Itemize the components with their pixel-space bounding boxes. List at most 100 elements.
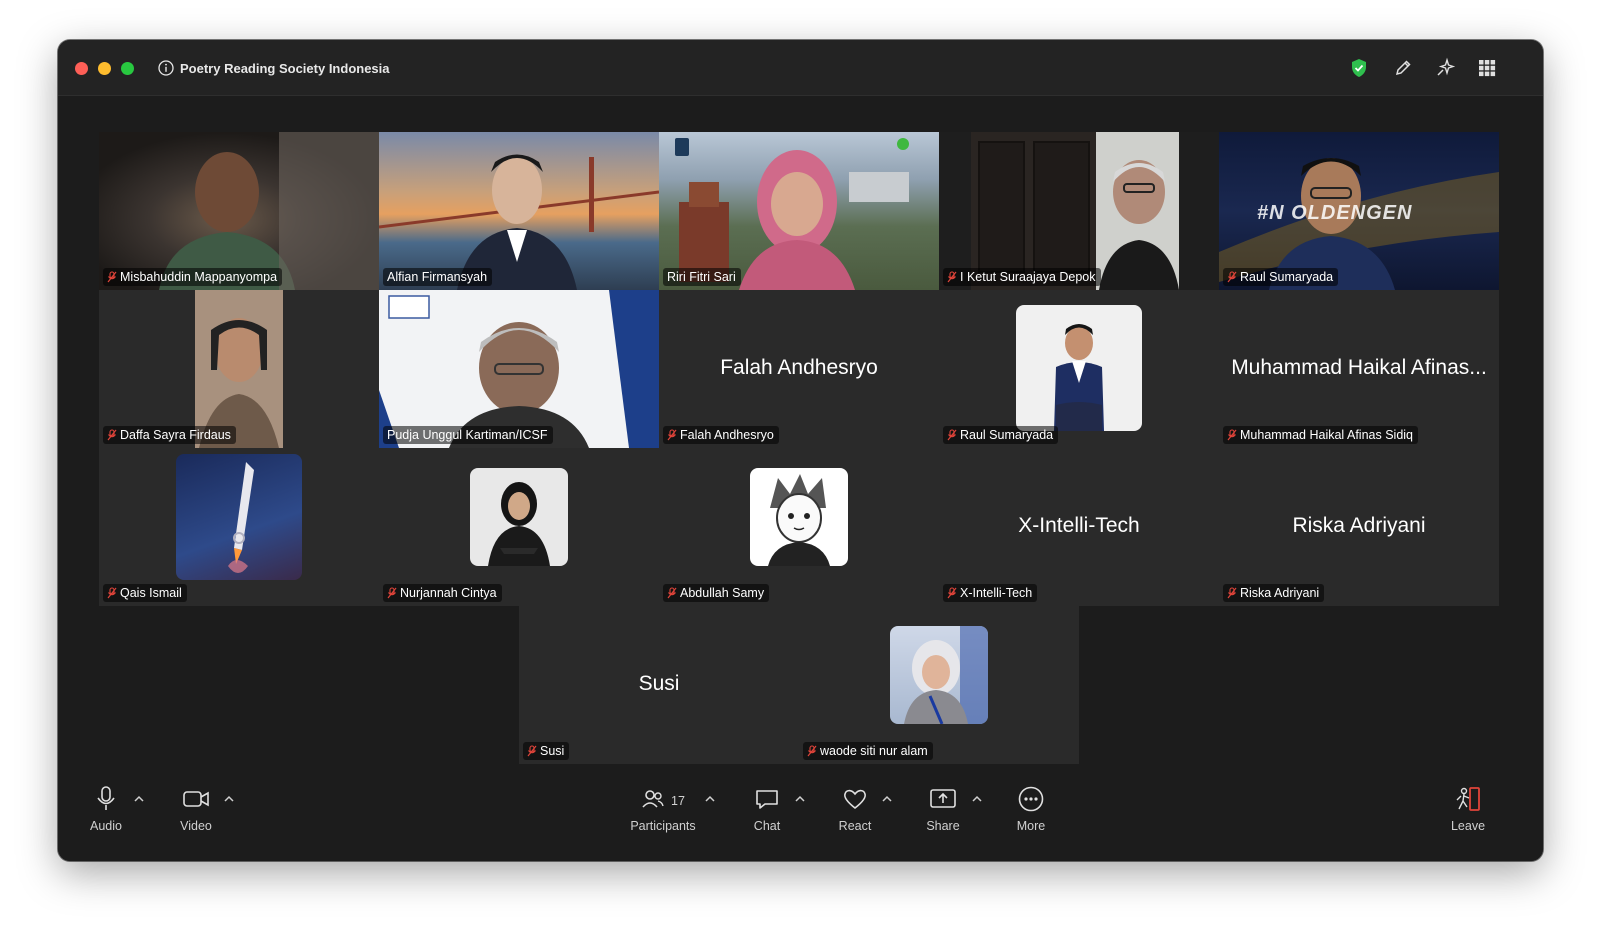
participants-label: Participants [630, 819, 696, 833]
chat-label: Chat [753, 819, 781, 833]
microphone-icon [95, 785, 117, 818]
participant-tile[interactable]: Abdullah Samy [659, 448, 939, 606]
participant-name: Nurjannah Cintya [400, 586, 497, 600]
avatar [176, 454, 302, 580]
more-label: More [1016, 819, 1046, 833]
share-screen-icon [929, 787, 957, 816]
participants-options-chevron-icon[interactable] [705, 795, 715, 803]
participant-tile[interactable]: Riska Adriyani Riska Adriyani [1219, 448, 1499, 606]
background-text: #N OLDENGEN [1257, 202, 1413, 224]
zoom-window-button[interactable] [121, 62, 134, 75]
video-options-chevron-icon[interactable] [224, 795, 234, 803]
share-button[interactable]: Share [898, 785, 988, 833]
participant-tile[interactable]: #N OLDENGEN Raul Sumaryada [1219, 132, 1499, 290]
participant-name: Riska Adriyani [1240, 586, 1320, 600]
participant-tile[interactable]: Qais Ismail [99, 448, 379, 606]
participant-tile[interactable]: Alfian Firmansyah [379, 132, 659, 290]
participant-tile[interactable]: Raul Sumaryada [939, 290, 1219, 448]
chat-icon [754, 787, 780, 816]
participant-display-name: Riska Adriyani [1292, 514, 1426, 537]
leave-icon [1454, 785, 1482, 818]
camera-icon [182, 788, 210, 815]
participant-name: Qais Ismail [120, 586, 182, 600]
more-icon [1017, 785, 1045, 818]
more-button[interactable]: More [986, 785, 1076, 833]
react-options-chevron-icon[interactable] [882, 795, 892, 803]
participant-tile[interactable]: Pudja Unggul Kartiman/ICSF [379, 290, 659, 448]
video-button[interactable]: Video [151, 785, 241, 833]
muted-mic-icon [387, 587, 397, 599]
avatar [1016, 305, 1142, 431]
chat-options-chevron-icon[interactable] [795, 795, 805, 803]
avatar [470, 468, 568, 566]
participant-tile[interactable]: waode siti nur alam [799, 606, 1079, 764]
title-bar: Poetry Reading Society Indonesia [58, 40, 1543, 96]
participant-name: Pudja Unggul Kartiman/ICSF [387, 428, 548, 442]
minimize-window-button[interactable] [98, 62, 111, 75]
chat-button[interactable]: Chat [722, 785, 812, 833]
participant-display-name: X-Intelli-Tech [1018, 514, 1140, 537]
participant-tile[interactable]: X-Intelli-Tech X-Intelli-Tech [939, 448, 1219, 606]
grid-icon[interactable] [1476, 57, 1498, 79]
participant-name: waode siti nur alam [820, 744, 928, 758]
meeting-window: Poetry Reading Society Indonesia Misbahu… [58, 40, 1543, 861]
close-window-button[interactable] [75, 62, 88, 75]
participant-tile[interactable]: Muhammad Haikal Afinas... Muhammad Haika… [1219, 290, 1499, 448]
participant-display-name: Muhammad Haikal Afinas... [1231, 356, 1487, 379]
audio-button[interactable]: Audio [61, 785, 151, 833]
participant-name: Raul Sumaryada [960, 428, 1054, 442]
muted-mic-icon [667, 587, 677, 599]
participant-tile[interactable]: Daffa Sayra Firdaus [99, 290, 379, 448]
participant-name: Raul Sumaryada [1240, 270, 1334, 284]
participant-display-name: Falah Andhesryo [720, 356, 878, 379]
participant-name: Muhammad Haikal Afinas Sidiq [1240, 428, 1413, 442]
participant-display-name: Susi [638, 672, 680, 695]
muted-mic-icon [947, 429, 957, 441]
muted-mic-icon [947, 271, 957, 283]
muted-mic-icon [1227, 271, 1237, 283]
pencil-icon[interactable] [1392, 57, 1414, 79]
participant-name: Falah Andhesryo [680, 428, 774, 442]
participants-count: 17 [671, 794, 685, 808]
participant-name: Riri Fitri Sari [667, 270, 736, 284]
share-options-chevron-icon[interactable] [972, 795, 982, 803]
participant-name: Misbahuddin Mappanyompa [120, 270, 278, 284]
muted-mic-icon [807, 745, 817, 757]
participant-name: I Ketut Suraajaya Depok [960, 270, 1096, 284]
muted-mic-icon [667, 429, 677, 441]
muted-mic-icon [1227, 587, 1237, 599]
participant-tile-active-speaker[interactable]: Riri Fitri Sari [659, 132, 939, 290]
participant-name: Daffa Sayra Firdaus [120, 428, 231, 442]
leave-label: Leave [1450, 819, 1486, 833]
participant-tile[interactable]: I Ketut Suraajaya Depok [939, 132, 1219, 290]
heart-icon [842, 787, 868, 816]
react-label: React [838, 819, 872, 833]
info-icon[interactable] [158, 60, 174, 76]
muted-mic-icon [947, 587, 957, 599]
audio-options-chevron-icon[interactable] [134, 795, 144, 803]
muted-mic-icon [107, 271, 117, 283]
avatar [750, 468, 848, 566]
shield-check-icon[interactable] [1348, 57, 1370, 79]
muted-mic-icon [107, 587, 117, 599]
participant-name: Abdullah Samy [680, 586, 765, 600]
meeting-title: Poetry Reading Society Indonesia [180, 60, 390, 76]
sparkle-icon[interactable] [1434, 57, 1456, 79]
participant-name: X-Intelli-Tech [960, 586, 1033, 600]
muted-mic-icon [1227, 429, 1237, 441]
share-label: Share [926, 819, 960, 833]
participant-tile[interactable]: Misbahuddin Mappanyompa [99, 132, 379, 290]
participant-tile[interactable]: Nurjannah Cintya [379, 448, 659, 606]
participant-name: Alfian Firmansyah [387, 270, 488, 284]
leave-button[interactable]: Leave [1423, 785, 1513, 833]
avatar [890, 626, 988, 724]
audio-label: Audio [90, 819, 122, 833]
react-button[interactable]: React [810, 785, 900, 833]
muted-mic-icon [107, 429, 117, 441]
video-label: Video [180, 819, 212, 833]
participant-tile[interactable]: Falah Andhesryo Falah Andhesryo [659, 290, 939, 448]
participant-name: Susi [540, 744, 565, 758]
participants-button[interactable]: 17 Participants [618, 785, 708, 833]
muted-mic-icon [527, 745, 537, 757]
participant-tile[interactable]: Susi Susi [519, 606, 799, 764]
